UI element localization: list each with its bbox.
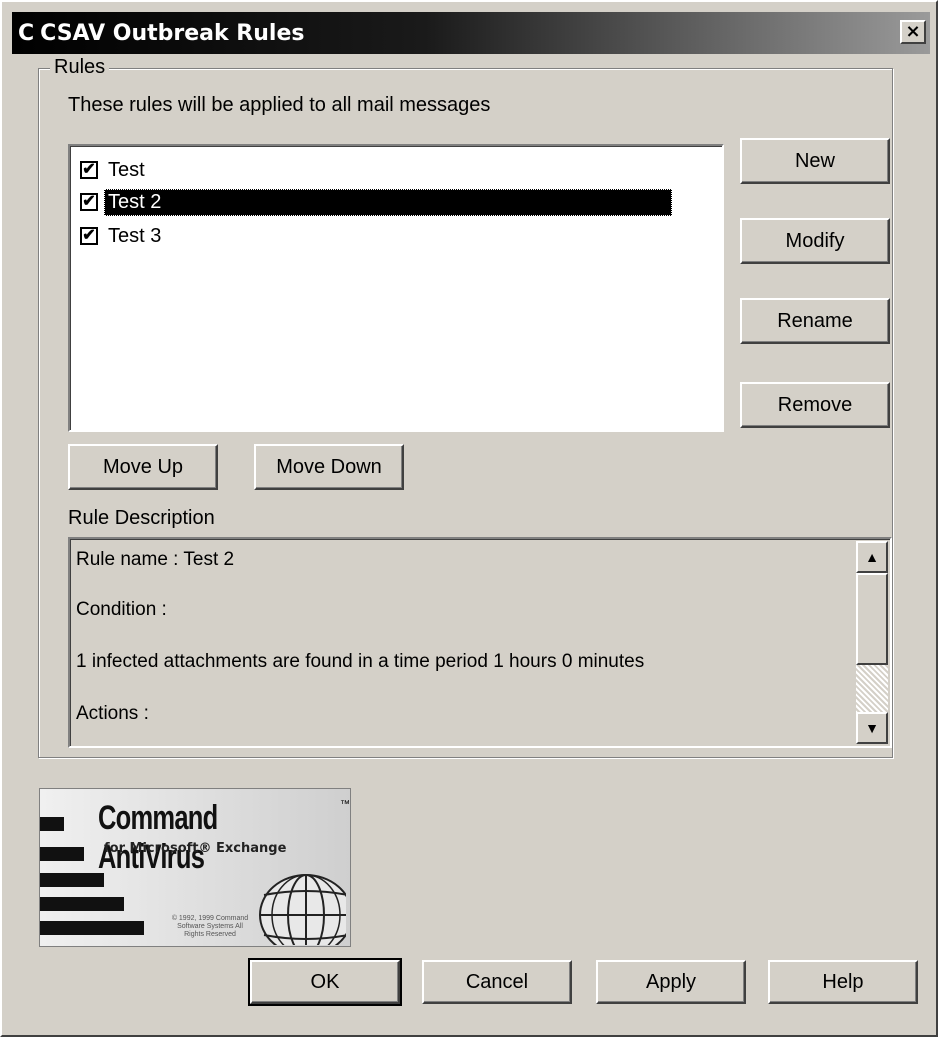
apply-button[interactable]: Apply xyxy=(596,960,746,1004)
modify-button[interactable]: Modify xyxy=(740,218,890,264)
rule-checkbox-test[interactable]: ✔ xyxy=(80,161,98,179)
ok-button[interactable]: OK xyxy=(248,958,402,1006)
scroll-thumb[interactable] xyxy=(856,573,888,665)
remove-button[interactable]: Remove xyxy=(740,382,890,428)
rules-group-legend: Rules xyxy=(50,56,110,79)
rule-checkbox-test-3[interactable]: ✔ xyxy=(80,227,98,245)
rule-label: Test xyxy=(108,158,145,181)
logo-copyright: © 1992, 1999 Command Software Systems Al… xyxy=(171,915,249,938)
command-antivirus-logo: Command AntiVirus ™ for Microsoft® Excha… xyxy=(39,788,351,947)
condition-label: Condition : xyxy=(76,599,167,620)
description-scrollbar[interactable]: ▲ ▼ xyxy=(856,541,888,744)
logo-subtitle: for Microsoft® Exchange xyxy=(104,841,287,856)
rule-name-text: Rule name : Test 2 xyxy=(76,549,235,570)
rule-checkbox-test-2[interactable]: ✔ xyxy=(80,193,98,211)
rule-label: Test 2 xyxy=(104,188,672,216)
check-icon: ✔ xyxy=(82,193,96,210)
scroll-down-icon: ▼ xyxy=(865,720,879,736)
cancel-button[interactable]: Cancel xyxy=(422,960,572,1004)
scroll-up-button[interactable]: ▲ xyxy=(856,541,888,573)
logo-stripe xyxy=(40,817,64,831)
new-button[interactable]: New xyxy=(740,138,890,184)
window-title: CSAV Outbreak Rules xyxy=(40,20,305,46)
rule-item-test-2[interactable]: ✔ Test 2 xyxy=(80,186,672,218)
move-down-button[interactable]: Move Down xyxy=(254,444,404,490)
rule-description-label: Rule Description xyxy=(68,507,215,529)
rule-description-box[interactable]: Rule name : Test 2 Condition : 1 infecte… xyxy=(68,537,892,748)
rule-item-test[interactable]: ✔ Test xyxy=(80,154,149,186)
close-icon: × xyxy=(905,21,921,42)
title-bar[interactable]: C CSAV Outbreak Rules × xyxy=(12,12,930,54)
logo-trademark: ™ xyxy=(340,799,350,810)
rename-button[interactable]: Rename xyxy=(740,298,890,344)
check-icon: ✔ xyxy=(82,227,96,244)
globe-icon xyxy=(259,874,346,945)
logo-stripe xyxy=(40,847,84,861)
move-up-button[interactable]: Move Up xyxy=(68,444,218,490)
rule-label: Test 3 xyxy=(108,224,162,247)
rules-listbox[interactable]: ✔ Test ✔ Test 2 ✔ Test 3 xyxy=(68,144,724,432)
scroll-down-button[interactable]: ▼ xyxy=(856,712,888,744)
rules-intro-label: These rules will be applied to all mail … xyxy=(68,94,491,116)
app-icon: C xyxy=(18,20,35,46)
close-button[interactable]: × xyxy=(900,20,926,44)
logo-stripe xyxy=(40,897,124,911)
logo-stripe xyxy=(40,921,144,935)
help-button[interactable]: Help xyxy=(768,960,918,1004)
dialog-window: C CSAV Outbreak Rules × Rules These rule… xyxy=(0,0,938,1037)
scroll-up-icon: ▲ xyxy=(865,549,879,565)
check-icon: ✔ xyxy=(82,161,96,178)
condition-text: 1 infected attachments are found in a ti… xyxy=(76,651,645,672)
actions-label: Actions : xyxy=(76,703,149,724)
rule-item-test-3[interactable]: ✔ Test 3 xyxy=(80,220,165,252)
logo-stripe xyxy=(40,873,104,887)
